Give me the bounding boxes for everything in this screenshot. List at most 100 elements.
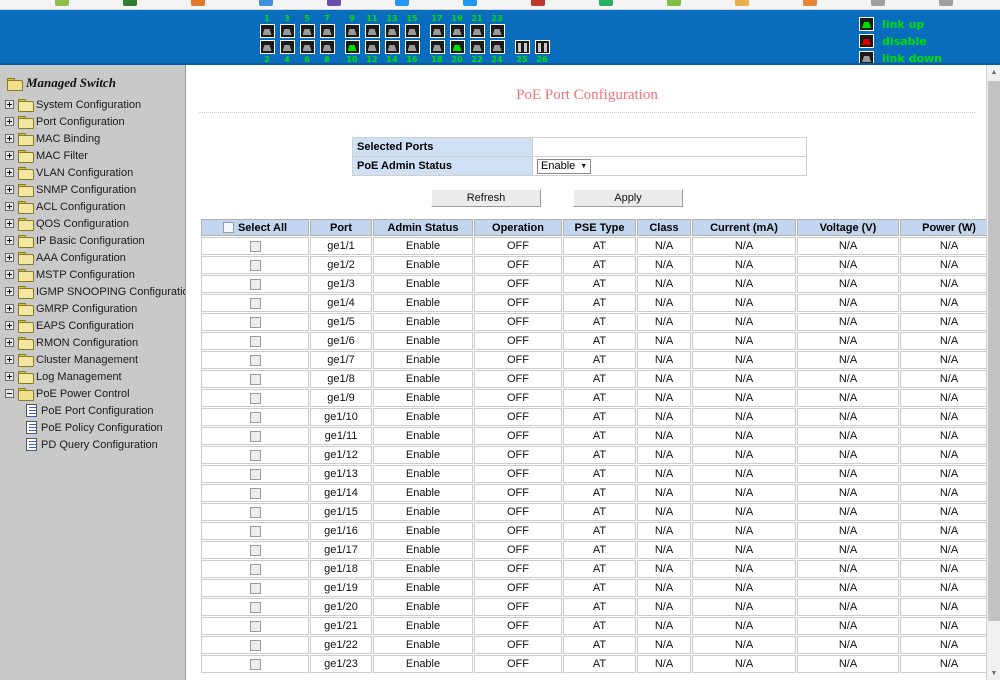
port-column[interactable]: 26 <box>533 14 551 64</box>
legend-down-icon[interactable] <box>859 51 875 65</box>
sidebar-item-qos-configuration[interactable]: QOS Configuration <box>0 215 185 232</box>
port-column[interactable]: 15 16 <box>403 14 421 64</box>
row-select-cell[interactable] <box>201 370 309 388</box>
tree-expand-icon[interactable] <box>5 134 14 143</box>
row-checkbox[interactable] <box>249 297 261 309</box>
row-select-cell[interactable] <box>201 275 309 293</box>
sidebar-item-vlan-configuration[interactable]: VLAN Configuration <box>0 164 185 181</box>
row-select-cell[interactable] <box>201 313 309 331</box>
row-select-cell[interactable] <box>201 408 309 426</box>
row-select-cell[interactable] <box>201 427 309 445</box>
browser-toolbar-icon[interactable] <box>939 0 953 6</box>
port-column[interactable]: 17 18 <box>428 14 446 64</box>
selected-ports-cell[interactable] <box>532 137 807 157</box>
port-jack-bottom[interactable] <box>514 40 530 54</box>
browser-toolbar-icon[interactable] <box>259 0 273 6</box>
tree-expand-icon[interactable] <box>5 219 14 228</box>
row-checkbox[interactable] <box>249 563 261 575</box>
port-column[interactable]: 19 20 <box>448 14 466 64</box>
row-checkbox[interactable] <box>249 658 261 670</box>
tree-expand-icon[interactable] <box>5 287 14 296</box>
port-column[interactable]: 21 22 <box>468 14 486 64</box>
row-select-cell[interactable] <box>201 541 309 559</box>
row-checkbox[interactable] <box>249 354 261 366</box>
port-jack-top[interactable] <box>299 24 315 38</box>
browser-toolbar-icon[interactable] <box>735 0 749 6</box>
row-select-cell[interactable] <box>201 636 309 654</box>
row-select-cell[interactable] <box>201 522 309 540</box>
row-select-cell[interactable] <box>201 484 309 502</box>
port-jack-bottom[interactable] <box>279 40 295 54</box>
port-jack-top[interactable] <box>344 24 360 38</box>
row-checkbox[interactable] <box>249 335 261 347</box>
port-jack-top[interactable] <box>489 24 505 38</box>
tree-expand-icon[interactable] <box>5 202 14 211</box>
sidebar-item-gmrp-configuration[interactable]: GMRP Configuration <box>0 300 185 317</box>
row-checkbox[interactable] <box>249 582 261 594</box>
tree-expand-icon[interactable] <box>5 355 14 364</box>
port-jack-top[interactable] <box>319 24 335 38</box>
sidebar-item-rmon-configuration[interactable]: RMON Configuration <box>0 334 185 351</box>
port-jack-bottom[interactable] <box>489 40 505 54</box>
browser-toolbar-icon[interactable] <box>667 0 681 6</box>
row-select-cell[interactable] <box>201 503 309 521</box>
row-checkbox[interactable] <box>249 468 261 480</box>
tree-expand-icon[interactable] <box>5 304 14 313</box>
sidebar-item-mac-filter[interactable]: MAC Filter <box>0 147 185 164</box>
port-jack-bottom[interactable] <box>429 40 445 54</box>
scrollbar-thumb[interactable] <box>988 81 1000 621</box>
port-jack-top[interactable] <box>404 24 420 38</box>
browser-toolbar-icon[interactable] <box>327 0 341 6</box>
port-jack-top[interactable] <box>279 24 295 38</box>
tree-expand-icon[interactable] <box>5 185 14 194</box>
row-select-cell[interactable] <box>201 579 309 597</box>
port-jack-top[interactable] <box>429 24 445 38</box>
row-select-cell[interactable] <box>201 465 309 483</box>
sidebar-item-mstp-configuration[interactable]: MSTP Configuration <box>0 266 185 283</box>
legend-up-icon[interactable] <box>859 17 875 31</box>
row-checkbox[interactable] <box>249 411 261 423</box>
row-select-cell[interactable] <box>201 560 309 578</box>
port-column[interactable]: 56 <box>298 14 316 64</box>
sidebar-item-port-configuration[interactable]: Port Configuration <box>0 113 185 130</box>
browser-toolbar-icon[interactable] <box>599 0 613 6</box>
row-checkbox[interactable] <box>249 449 261 461</box>
row-select-cell[interactable] <box>201 294 309 312</box>
sidebar-item-system-configuration[interactable]: System Configuration <box>0 96 185 113</box>
select-all-checkbox[interactable] <box>222 221 234 233</box>
sidebar-item-cluster-management[interactable]: Cluster Management <box>0 351 185 368</box>
row-checkbox[interactable] <box>249 506 261 518</box>
row-select-cell[interactable] <box>201 351 309 369</box>
port-column[interactable]: 78 <box>318 14 336 64</box>
tree-expand-icon[interactable] <box>5 236 14 245</box>
port-jack-bottom[interactable] <box>384 40 400 54</box>
row-select-cell[interactable] <box>201 617 309 635</box>
apply-button[interactable]: Apply <box>573 189 683 207</box>
sidebar-item-eaps-configuration[interactable]: EAPS Configuration <box>0 317 185 334</box>
tree-expand-icon[interactable] <box>5 117 14 126</box>
sidebar-item-igmp-snooping-configuration[interactable]: IGMP SNOOPING Configuration <box>0 283 185 300</box>
sidebar-item-poe-port-configuration[interactable]: PoE Port Configuration <box>0 402 185 419</box>
sidebar-item-aaa-configuration[interactable]: AAA Configuration <box>0 249 185 266</box>
port-column[interactable]: 34 <box>278 14 296 64</box>
row-checkbox[interactable] <box>249 525 261 537</box>
row-checkbox[interactable] <box>249 373 261 385</box>
sidebar-item-snmp-configuration[interactable]: SNMP Configuration <box>0 181 185 198</box>
port-jack-bottom[interactable] <box>534 40 550 54</box>
port-column[interactable]: 13 14 <box>383 14 401 64</box>
port-jack-bottom[interactable] <box>469 40 485 54</box>
row-select-cell[interactable] <box>201 237 309 255</box>
tree-collapse-icon[interactable] <box>5 389 14 398</box>
tree-expand-icon[interactable] <box>5 372 14 381</box>
port-jack-top[interactable] <box>384 24 400 38</box>
tree-expand-icon[interactable] <box>5 338 14 347</box>
sidebar-item-acl-configuration[interactable]: ACL Configuration <box>0 198 185 215</box>
port-column[interactable]: 9 10 <box>343 14 361 64</box>
port-jack-bottom[interactable] <box>299 40 315 54</box>
browser-toolbar-icon[interactable] <box>395 0 409 6</box>
port-jack-bottom[interactable] <box>319 40 335 54</box>
tree-expand-icon[interactable] <box>5 321 14 330</box>
tree-expand-icon[interactable] <box>5 253 14 262</box>
row-checkbox[interactable] <box>249 487 261 499</box>
row-select-cell[interactable] <box>201 332 309 350</box>
